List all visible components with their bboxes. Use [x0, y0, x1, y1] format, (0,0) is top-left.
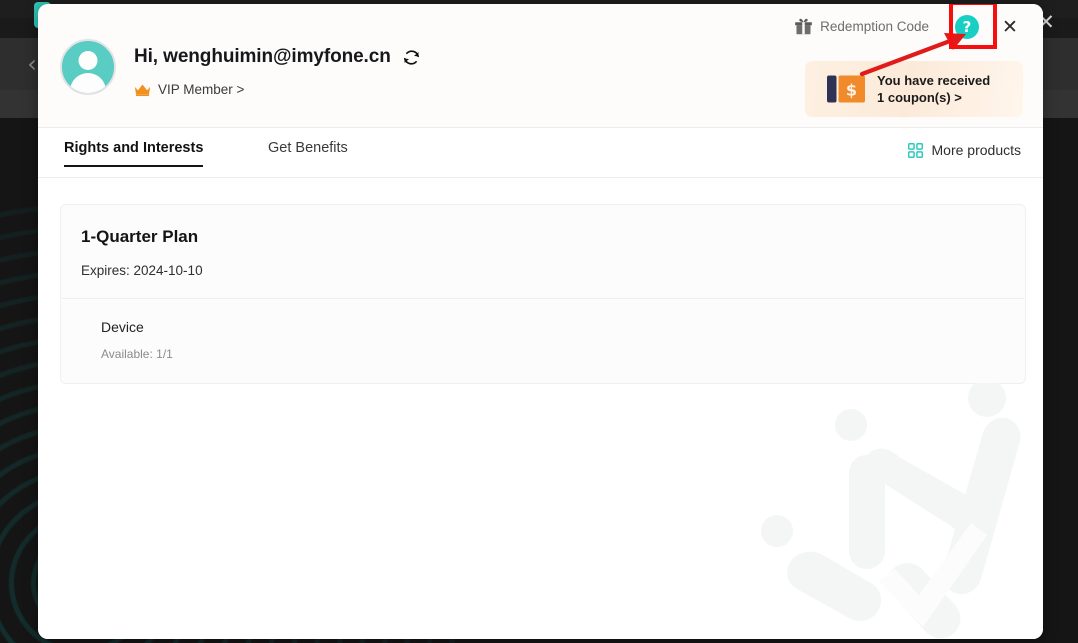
avatar-body [70, 73, 106, 93]
coupon-line-1: You have received [877, 73, 991, 88]
coupon-ticket-icon: $ [827, 74, 865, 104]
plan-card-top: 1-Quarter Plan Expires: 2024-10-10 [61, 205, 1025, 298]
plan-card-bottom: Device Available: 1/1 [61, 299, 1025, 383]
grid-icon [907, 142, 923, 158]
gift-icon [794, 17, 813, 35]
plan-card: 1-Quarter Plan Expires: 2024-10-10 Devic… [60, 204, 1026, 384]
plan-title: 1-Quarter Plan [81, 227, 199, 246]
avatar [60, 39, 116, 95]
help-circle-icon[interactable]: ? [955, 15, 979, 39]
greeting-row: Hi, wenghuimin@imyfone.cn [134, 46, 421, 68]
panel-body: 1-Quarter Plan Expires: 2024-10-10 Devic… [38, 178, 1043, 639]
redemption-code-label: Redemption Code [820, 18, 929, 34]
plan-expiry: Expires: 2024-10-10 [81, 263, 203, 278]
refresh-icon[interactable] [402, 48, 421, 67]
coupon-banner[interactable]: $ You have received 1 coupon(s) > [805, 61, 1023, 117]
avatar-head [78, 51, 98, 70]
panel-close-button[interactable]: ✕ [997, 14, 1023, 40]
vip-member-label: VIP Member > [158, 82, 245, 97]
more-products-label: More products [931, 142, 1021, 158]
redemption-code-button[interactable]: Redemption Code [788, 14, 935, 38]
panel-header: Hi, wenghuimin@imyfone.cn VIP Member > R… [38, 4, 1043, 128]
device-available-count: Available: 1/1 [101, 347, 173, 361]
page-title: Hi, wenghuimin@imyfone.cn [134, 46, 391, 67]
vip-member-link[interactable]: VIP Member > [134, 82, 244, 97]
tab-get-benefits[interactable]: Get Benefits [268, 140, 348, 165]
panel-watermark-graphic [761, 383, 1021, 639]
coupon-text: You have received 1 coupon(s) > [877, 72, 990, 106]
svg-text:$: $ [846, 81, 857, 100]
account-panel: Hi, wenghuimin@imyfone.cn VIP Member > R… [38, 4, 1043, 639]
coupon-line-2: 1 coupon(s) > [877, 90, 962, 105]
crown-icon [134, 83, 151, 97]
device-label: Device [101, 319, 144, 335]
tabs-bar: Rights and Interests Get Benefits More p… [38, 128, 1043, 178]
tab-rights-and-interests[interactable]: Rights and Interests [64, 140, 204, 167]
more-products-button[interactable]: More products [907, 142, 1021, 158]
